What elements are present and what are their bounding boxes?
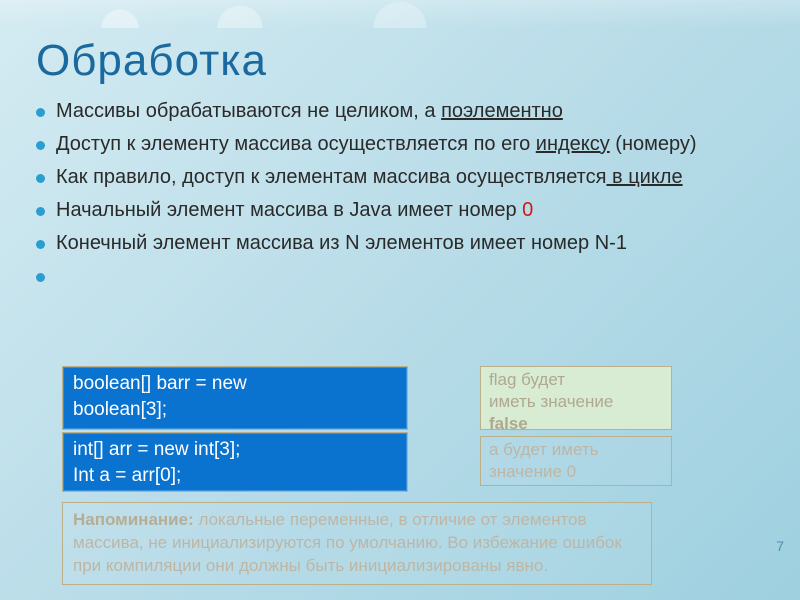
bullet-2-post: (номеру) bbox=[610, 133, 697, 155]
note-flag-l3: false bbox=[489, 413, 663, 435]
bullet-4-pre: Начальный элемент массива в Java имеет н… bbox=[56, 199, 522, 221]
reminder-box: Напоминание: локальные переменные, в отл… bbox=[62, 502, 652, 585]
bullet-3: Как правило, доступ к элементам массива … bbox=[36, 164, 764, 191]
bullet-1-underline: поэлементно bbox=[441, 100, 563, 122]
bullet-4-red: 0 bbox=[522, 199, 533, 221]
note-a-l1: a будет иметь bbox=[489, 439, 663, 461]
code-box1-line1: boolean[] barr = new bbox=[73, 371, 397, 397]
code-box2-line2: Int a = arr[0]; bbox=[73, 463, 397, 489]
slide-title: Обработка bbox=[36, 36, 764, 86]
bullet-3-pre: Как правило, доступ к элементам массива … bbox=[56, 166, 606, 188]
bullet-1-text: Массивы обрабатываются не целиком, а bbox=[56, 100, 441, 122]
note-a-l2: значение 0 bbox=[489, 461, 663, 483]
note-a: a будет иметь значение 0 bbox=[480, 436, 672, 486]
code-box2-line1: int[] arr = new int[3]; bbox=[73, 437, 397, 463]
bullet-2-pre: Доступ к элементу массива осуществляется… bbox=[56, 133, 536, 155]
note-flag-l2: иметь значение bbox=[489, 391, 663, 413]
bullet-2: Доступ к элементу массива осуществляется… bbox=[36, 131, 764, 158]
bullet-3-underline: в цикле bbox=[606, 166, 682, 188]
bullet-2-underline: индексу bbox=[536, 133, 610, 155]
code-box-int: int[] arr = new int[3]; Int a = arr[0]; bbox=[62, 432, 408, 492]
reminder-bold: Напоминание: bbox=[73, 510, 194, 529]
note-flag: flag будет иметь значение false bbox=[480, 366, 672, 430]
code-box1-line2: boolean[3]; bbox=[73, 397, 397, 423]
bullet-marker-empty bbox=[36, 273, 45, 282]
bullet-1: Массивы обрабатываются не целиком, а поэ… bbox=[36, 98, 764, 125]
code-box-boolean: boolean[] barr = new boolean[3]; bbox=[62, 366, 408, 430]
note-flag-l1: flag будет bbox=[489, 369, 663, 391]
bullet-list: Массивы обрабатываются не целиком, а поэ… bbox=[36, 98, 764, 257]
bullet-5: Конечный элемент массива из N элементов … bbox=[36, 230, 764, 257]
page-number: 7 bbox=[776, 538, 784, 554]
bullet-4: Начальный элемент массива в Java имеет н… bbox=[36, 197, 764, 224]
